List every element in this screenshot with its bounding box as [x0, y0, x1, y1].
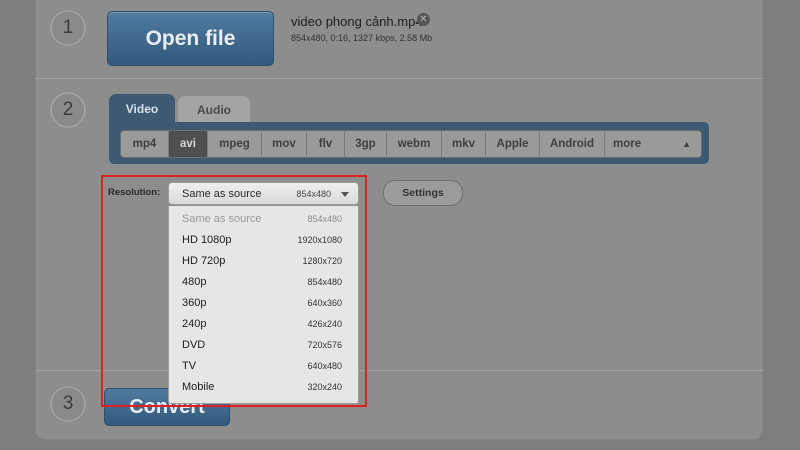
tab-video[interactable]: Video	[109, 94, 175, 124]
format-apple[interactable]: Apple	[486, 131, 540, 157]
format-webm[interactable]: webm	[387, 131, 442, 157]
step-2-badge: 2	[50, 92, 86, 128]
tab-audio[interactable]: Audio	[178, 96, 250, 124]
format-mp4[interactable]: mp4	[121, 131, 169, 157]
file-meta: 854x480, 0:16, 1327 kbps, 2.58 Mb	[291, 33, 433, 43]
step-3-badge: 3	[50, 386, 86, 422]
highlight-box	[101, 175, 367, 407]
format-android[interactable]: Android	[540, 131, 605, 157]
format-3gp[interactable]: 3gp	[345, 131, 387, 157]
settings-button[interactable]: Settings	[383, 180, 463, 206]
section-divider	[35, 78, 763, 79]
close-circle-icon[interactable]: ✕	[417, 13, 430, 26]
format-more-label: more	[613, 138, 642, 150]
format-avi[interactable]: avi	[169, 131, 208, 157]
file-name: video phong cảnh.mp4	[291, 14, 423, 29]
format-flv[interactable]: flv	[307, 131, 345, 157]
format-mkv[interactable]: mkv	[442, 131, 486, 157]
format-mov[interactable]: mov	[262, 131, 307, 157]
step-1-badge: 1	[50, 10, 86, 46]
updown-arrows-icon: ▲	[682, 139, 691, 149]
format-more[interactable]: more ▲	[605, 131, 701, 157]
format-selector: mp4 avi mpeg mov flv 3gp webm mkv Apple …	[120, 130, 702, 158]
open-file-button[interactable]: Open file	[107, 11, 274, 66]
format-mpeg[interactable]: mpeg	[208, 131, 262, 157]
